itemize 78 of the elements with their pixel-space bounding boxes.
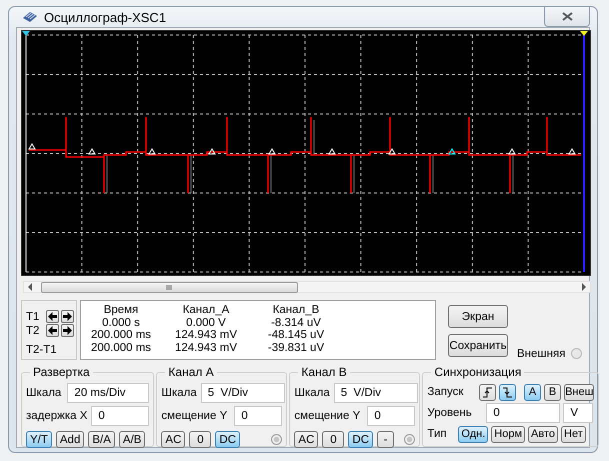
coupling-button[interactable]: DC bbox=[348, 431, 374, 448]
offset-field[interactable]: 0 bbox=[234, 406, 282, 426]
trigger-type-button[interactable]: Авто bbox=[528, 426, 558, 442]
table-cell-text: -39.831 uV bbox=[266, 342, 326, 354]
table-cell-text: 200.000 ms bbox=[90, 342, 152, 354]
mode-button[interactable]: Add bbox=[56, 431, 84, 448]
trigger-type-button[interactable]: Одн. bbox=[458, 426, 488, 442]
edge-button[interactable] bbox=[498, 384, 516, 400]
mode-button[interactable]: B/A bbox=[88, 431, 115, 448]
terminal-icon bbox=[404, 434, 416, 445]
trigger-type-button[interactable]: Нет bbox=[561, 426, 586, 442]
table-cell-text: -8.314 uV bbox=[270, 316, 322, 329]
window-title: Осциллограф-XSC1 bbox=[44, 10, 166, 24]
group-title: Развертка bbox=[30, 365, 93, 379]
mode-button[interactable]: Y/T bbox=[26, 431, 52, 448]
unit-field[interactable]: V bbox=[563, 403, 594, 423]
trigger-label: Запуск bbox=[427, 386, 464, 398]
offset-field[interactable]: 0 bbox=[367, 406, 416, 426]
mode-button[interactable]: A/B bbox=[118, 431, 146, 448]
type-label: Тип bbox=[427, 428, 448, 440]
invert-button[interactable]: - bbox=[377, 431, 394, 448]
column-header: Канал_A bbox=[182, 304, 230, 316]
scale-field[interactable]: 5 V/Div bbox=[334, 383, 418, 403]
table-cell-text: 124.943 mV bbox=[174, 342, 238, 354]
level-field[interactable]: 0 bbox=[486, 403, 560, 423]
external-radio[interactable] bbox=[571, 348, 582, 359]
group-title: Канал A bbox=[165, 365, 217, 379]
table-cell-text: 124.943 mV bbox=[174, 329, 238, 342]
trigger-type-button[interactable]: Норм bbox=[491, 426, 526, 442]
scale-field[interactable]: 20 ms/Div bbox=[67, 383, 150, 403]
screen-button[interactable]: Экран bbox=[448, 305, 508, 328]
cursor-right-button[interactable] bbox=[61, 324, 74, 337]
scrollbar-thumb[interactable] bbox=[41, 282, 298, 292]
table-cell-text: -48.145 uV bbox=[266, 329, 326, 342]
offset-label: смещение Y bbox=[161, 410, 228, 422]
save-button[interactable]: Сохранить bbox=[448, 334, 508, 357]
external-label: Внешняя bbox=[517, 348, 566, 360]
column-header: Время bbox=[102, 304, 140, 316]
close-icon bbox=[562, 12, 572, 21]
scale-label: Шкала bbox=[294, 387, 330, 399]
right-arrow-icon[interactable] bbox=[581, 283, 587, 291]
falling-edge-icon bbox=[502, 386, 512, 398]
coupling-button[interactable]: 0 bbox=[189, 431, 212, 448]
cursor-left-button[interactable] bbox=[46, 310, 59, 323]
coupling-button[interactable]: AC bbox=[161, 431, 186, 448]
coupling-button[interactable]: AC bbox=[294, 431, 318, 448]
app-icon bbox=[22, 11, 38, 23]
source-button[interactable]: B bbox=[544, 384, 562, 400]
coupling-button[interactable]: 0 bbox=[322, 431, 344, 448]
table-cell-text: 200.000 ms bbox=[90, 329, 152, 342]
cursor-label: T2-T1 bbox=[26, 344, 58, 356]
terminal-icon bbox=[271, 434, 282, 445]
coupling-button[interactable]: DC bbox=[215, 431, 240, 448]
scale-label: Шкала bbox=[161, 387, 197, 399]
grip-icon bbox=[166, 284, 173, 290]
rising-edge-icon bbox=[482, 386, 492, 398]
close-button[interactable] bbox=[544, 7, 590, 27]
cursor-label: T2 bbox=[26, 324, 40, 336]
source-button[interactable]: Внеш bbox=[564, 384, 594, 400]
group-title: Синхронизация bbox=[431, 365, 524, 379]
table-cell-text: 0.000 s bbox=[101, 316, 141, 329]
offset-label: смещение Y bbox=[294, 410, 360, 422]
left-arrow-icon[interactable] bbox=[27, 283, 33, 291]
cursor-label: T1 bbox=[26, 310, 40, 322]
cursor-t1[interactable] bbox=[22, 31, 30, 272]
delay-field[interactable]: 0 bbox=[91, 406, 150, 426]
delay-label: задержка X bbox=[26, 410, 88, 422]
scale-field[interactable]: 5 V/Div bbox=[200, 383, 285, 403]
source-button[interactable]: A bbox=[524, 384, 542, 400]
table-cell-text: 0.000 V bbox=[185, 316, 227, 329]
column-header: Канал_B bbox=[272, 304, 320, 316]
horizontal-scrollbar[interactable] bbox=[23, 281, 591, 293]
group-title: Канал B bbox=[298, 365, 350, 379]
edge-button[interactable] bbox=[478, 384, 496, 400]
scale-label: Шкала bbox=[26, 387, 62, 399]
cursor-right-button[interactable] bbox=[61, 310, 74, 323]
cursor-left-button[interactable] bbox=[46, 324, 59, 337]
level-label: Уровень bbox=[427, 407, 473, 419]
